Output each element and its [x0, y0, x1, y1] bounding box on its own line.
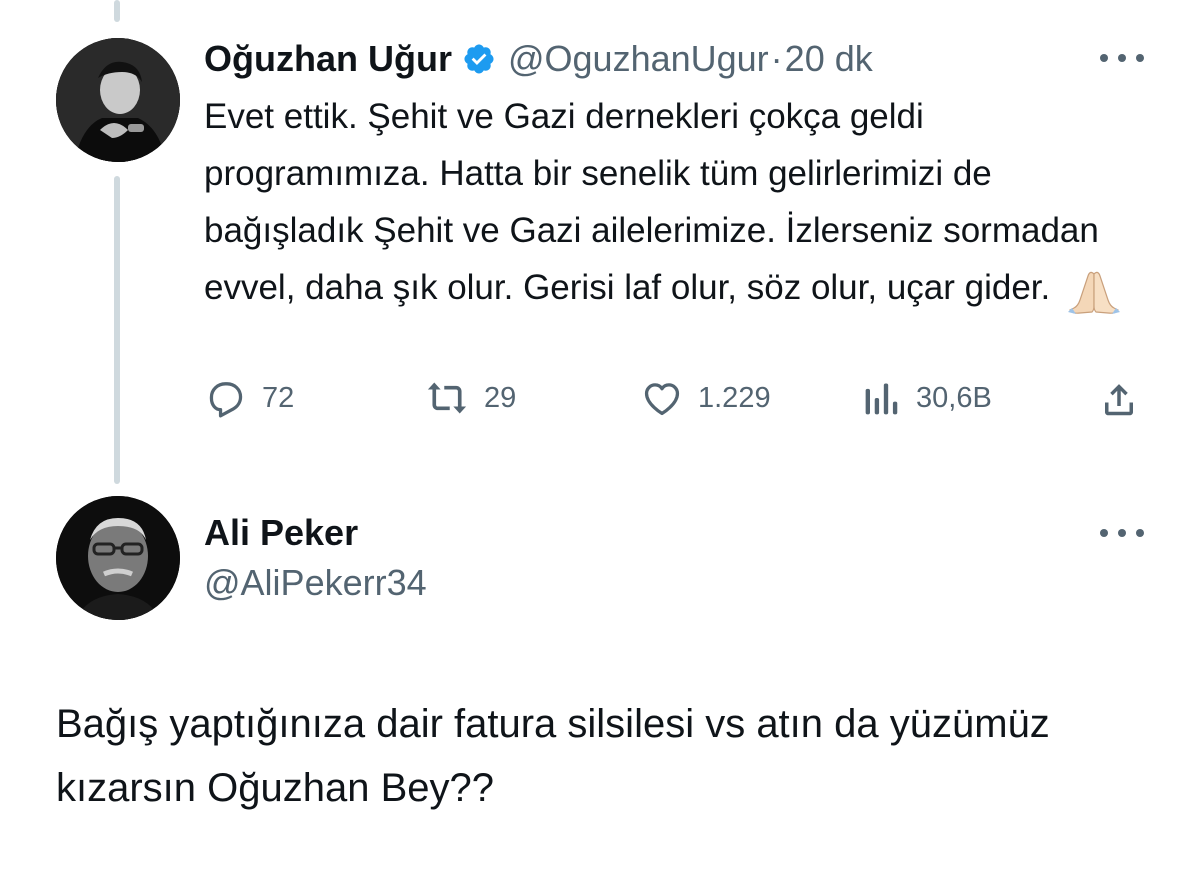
tweet2-handle[interactable]: @AliPekerr34	[204, 562, 427, 604]
retweet-icon	[424, 378, 470, 418]
avatar-ali-peker[interactable]	[56, 496, 180, 620]
tweet1-timestamp[interactable]: 20 dk	[785, 38, 873, 80]
thread-line-connector	[114, 176, 120, 484]
heart-icon	[640, 378, 684, 418]
views-count: 30,6B	[916, 381, 992, 414]
tweet2-display-name[interactable]: Ali Peker	[204, 512, 358, 554]
folded-hands-emoji-icon	[1066, 266, 1122, 314]
tweet1-text: Evet ettik. Şehit ve Gazi dernekleri çok…	[204, 88, 1154, 316]
tweet2-text: Bağış yaptığınıza dair fatura silsilesi …	[56, 702, 1050, 810]
retweet-button[interactable]: 29	[424, 378, 516, 418]
like-count: 1.229	[698, 381, 771, 414]
tweet1-display-name[interactable]: Oğuzhan Uğur	[204, 38, 452, 80]
avatar-oguzhan[interactable]	[56, 38, 180, 162]
views-button[interactable]: 30,6B	[862, 378, 992, 418]
tweet2-header: Ali Peker	[204, 512, 358, 554]
tweet1-text-body: Evet ettik. Şehit ve Gazi dernekleri çok…	[204, 97, 1099, 307]
tweet1-header: Oğuzhan Uğur @OguzhanUgur · 20 dk	[204, 38, 873, 80]
views-icon	[862, 378, 902, 418]
tweet1-handle[interactable]: @OguzhanUgur	[508, 38, 769, 80]
retweet-count: 29	[484, 381, 517, 414]
verified-badge-icon[interactable]	[462, 42, 496, 76]
reply-button[interactable]: 72	[204, 378, 294, 418]
like-button[interactable]: 1.229	[640, 378, 771, 418]
share-button[interactable]	[1098, 378, 1140, 420]
tweet1-separator: ·	[770, 38, 783, 79]
thread-line-top	[114, 0, 120, 22]
reply-count: 72	[262, 381, 295, 414]
share-icon	[1098, 378, 1140, 420]
tweet1-more-icon[interactable]	[1100, 51, 1144, 65]
tweet2-more-icon[interactable]	[1100, 526, 1144, 540]
reply-icon	[204, 378, 248, 418]
